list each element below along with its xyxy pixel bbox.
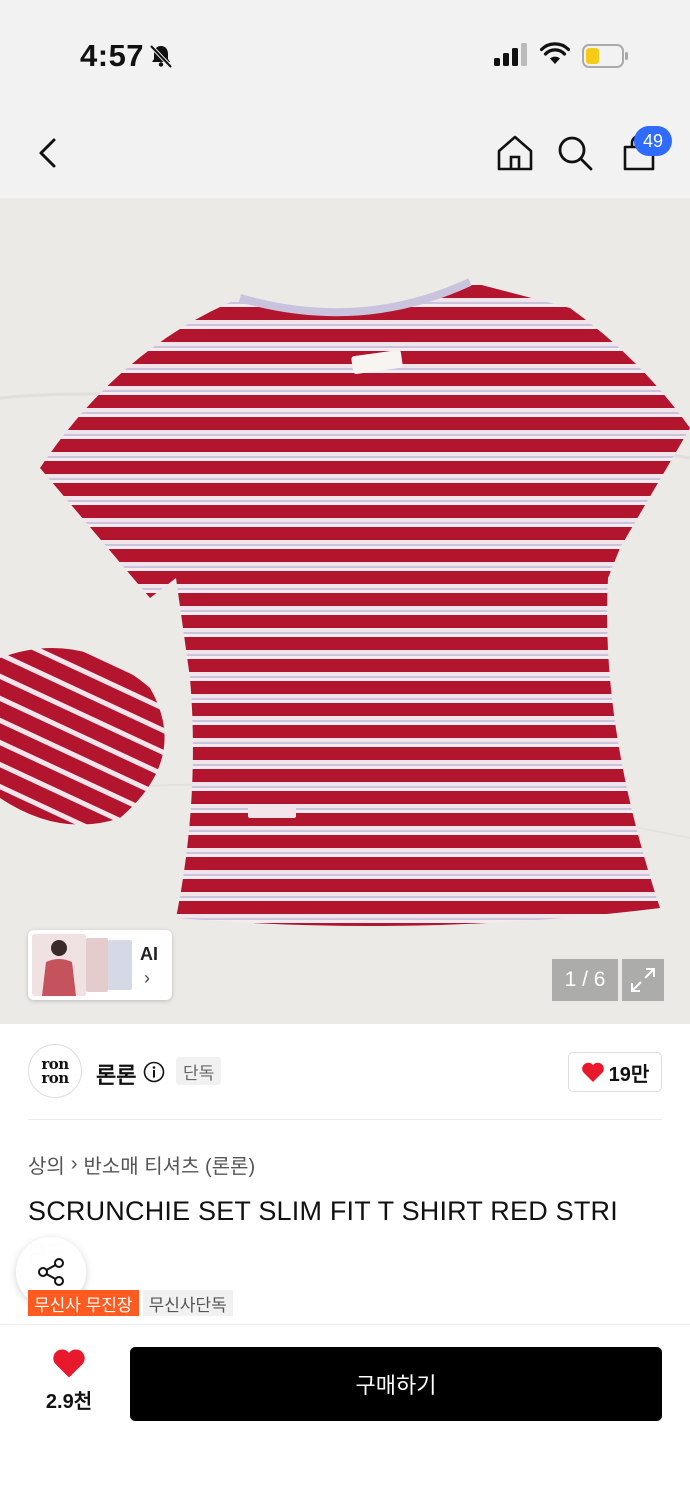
wishlist-count: 2.9천 [45, 1391, 93, 1413]
product-title: SCRUNCHIE SET SLIM FIT T SHIRT RED STRI [28, 1196, 618, 1226]
striped-tshirt-photo [0, 198, 690, 1024]
brand-row: ron ron 론론 단독 19만 [28, 1024, 662, 1120]
search-icon [558, 136, 593, 171]
brand-logo-text: ron [41, 1069, 69, 1087]
wishlist-button[interactable]: 2.9천 [30, 1347, 108, 1421]
model-thumbnail-image [108, 940, 132, 990]
brand-like-button[interactable]: 19만 [568, 1052, 662, 1092]
status-bar: 4:57 [0, 0, 690, 110]
share-icon [38, 1258, 64, 1286]
brand-like-count: 19만 [608, 1063, 650, 1086]
ai-label: AI [140, 944, 158, 964]
bell-muted-icon [149, 44, 173, 69]
home-button[interactable] [492, 130, 538, 176]
heart-icon [581, 1062, 604, 1082]
breadcrumb: 상의 › 반소매 티셔츠 (론론) [28, 1150, 255, 1179]
heart-icon [53, 1349, 85, 1378]
status-time: 4:57 [80, 38, 145, 73]
ai-recommendation-thumbnail[interactable]: AI › [28, 930, 172, 1000]
bottom-action-bar: 2.9천 구매하기 [0, 1324, 690, 1500]
image-page-counter: 1 / 6 [552, 959, 618, 1001]
battery-icon [582, 44, 628, 68]
expand-icon [631, 968, 655, 992]
breadcrumb-subcategory[interactable]: 반소매 티셔츠 (론론) [83, 1150, 255, 1179]
buy-button[interactable]: 구매하기 [130, 1347, 662, 1421]
chevron-right-icon: › [144, 968, 150, 988]
back-button[interactable] [25, 130, 71, 176]
cart-count-badge: 49 [634, 126, 672, 156]
breadcrumb-category[interactable]: 상의 [28, 1150, 65, 1179]
model-thumbnail-image [32, 934, 86, 996]
info-icon[interactable] [143, 1061, 165, 1083]
brand-logo[interactable]: ron ron [28, 1044, 82, 1098]
tag-mujinjang: 무신사 무진장 [28, 1290, 139, 1316]
search-button[interactable] [552, 130, 598, 176]
brand-name[interactable]: 론론 [96, 1058, 136, 1090]
top-navigation-bar [0, 110, 690, 198]
model-thumbnail-image [86, 938, 108, 992]
product-tags: 무신사 무진장 무신사단독 [28, 1290, 233, 1316]
fullscreen-button[interactable] [622, 959, 664, 1001]
home-icon [497, 135, 533, 171]
chevron-right-icon: › [70, 1153, 78, 1175]
tag-exclusive: 무신사단독 [142, 1290, 233, 1316]
wifi-icon [540, 42, 570, 64]
product-image[interactable] [0, 198, 690, 1024]
exclusive-badge: 단독 [176, 1057, 222, 1085]
chevron-left-icon [39, 138, 56, 168]
signal-icon [494, 43, 527, 66]
